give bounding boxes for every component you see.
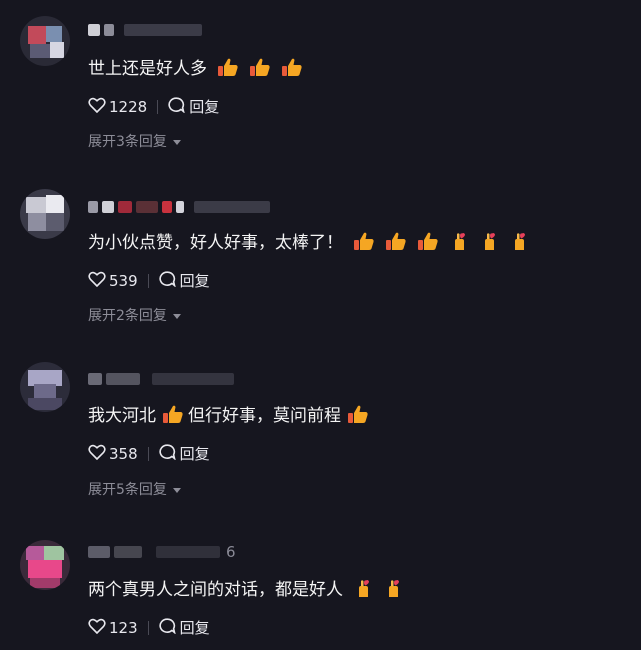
finger-heart-icon xyxy=(449,231,469,251)
thumbs-up-icon xyxy=(281,57,303,77)
thumbs-up-icon xyxy=(217,57,239,77)
like-button[interactable]: 1228 xyxy=(88,97,147,117)
avatar[interactable] xyxy=(20,540,70,590)
username[interactable] xyxy=(88,199,270,215)
comment-actions: 123 回复 xyxy=(88,617,210,638)
comment-text-content: 为小伙点赞，好人好事，太棒了！ xyxy=(88,233,343,253)
comment-text-content-after: 但行好事，莫问前程 xyxy=(188,406,341,426)
expand-replies-label: 展开3条回复 xyxy=(88,134,167,150)
comment-text: 两个真男人之间的对话，都是好人 xyxy=(88,575,403,600)
username[interactable] xyxy=(88,371,234,387)
heart-outline-icon xyxy=(88,618,106,638)
divider xyxy=(147,273,149,288)
divider xyxy=(147,446,149,461)
expand-replies-button[interactable]: 展开2条回复 xyxy=(88,305,181,325)
divider xyxy=(157,99,159,114)
expand-replies-button[interactable]: 展开3条回复 xyxy=(88,131,181,151)
heart-outline-icon xyxy=(88,97,106,117)
thumbs-up-icon xyxy=(353,231,375,251)
finger-heart-icon xyxy=(353,578,373,598)
chevron-down-icon xyxy=(172,487,181,493)
like-count: 539 xyxy=(109,271,138,290)
finger-heart-icon xyxy=(479,231,499,251)
thumbs-up-icon xyxy=(347,404,369,424)
divider xyxy=(147,620,149,635)
chevron-down-icon xyxy=(172,313,181,319)
avatar[interactable] xyxy=(20,16,70,66)
reply-button[interactable]: 回复 xyxy=(159,617,210,638)
like-button[interactable]: 123 xyxy=(88,618,138,638)
thumbs-up-icon xyxy=(417,231,439,251)
avatar[interactable] xyxy=(20,189,70,239)
chat-bubble-icon xyxy=(168,96,186,117)
like-button[interactable]: 358 xyxy=(88,444,138,464)
comment-text-content: 世上还是好人多 xyxy=(88,59,207,79)
chat-bubble-icon xyxy=(159,270,176,291)
like-count: 1228 xyxy=(109,97,148,116)
expand-replies-label: 展开2条回复 xyxy=(88,308,167,324)
comment-actions: 539 回复 xyxy=(88,270,210,291)
like-button[interactable]: 539 xyxy=(88,271,138,291)
heart-outline-icon xyxy=(88,271,106,291)
comment-actions: 358 回复 xyxy=(88,443,210,464)
username[interactable] xyxy=(88,22,202,38)
comment-text-content: 我大河北 xyxy=(88,406,156,426)
avatar[interactable] xyxy=(20,362,70,412)
reply-button[interactable]: 回复 xyxy=(159,443,210,464)
reply-button[interactable]: 回复 xyxy=(168,96,219,117)
heart-outline-icon xyxy=(88,444,106,464)
reply-button[interactable]: 回复 xyxy=(159,270,210,291)
username-suffix: 6 xyxy=(226,543,236,561)
thumbs-up-icon xyxy=(385,231,407,251)
expand-replies-button[interactable]: 展开5条回复 xyxy=(88,479,181,499)
expand-replies-label: 展开5条回复 xyxy=(88,482,167,498)
finger-heart-icon xyxy=(509,231,529,251)
chat-bubble-icon xyxy=(159,617,176,638)
comment-text: 为小伙点赞，好人好事，太棒了！ xyxy=(88,228,529,253)
like-count: 358 xyxy=(109,444,138,463)
username[interactable]: 6 xyxy=(88,543,236,561)
like-count: 123 xyxy=(109,618,138,637)
comment-text-content: 两个真男人之间的对话，都是好人 xyxy=(88,580,343,600)
thumbs-up-icon xyxy=(162,404,184,424)
chat-bubble-icon xyxy=(159,443,176,464)
comment-actions: 1228 回复 xyxy=(88,96,219,117)
reply-label: 回复 xyxy=(179,445,210,463)
finger-heart-icon xyxy=(383,578,403,598)
reply-label: 回复 xyxy=(179,619,210,637)
comment-text: 世上还是好人多 xyxy=(88,54,303,79)
thumbs-up-icon xyxy=(249,57,271,77)
chevron-down-icon xyxy=(172,139,181,145)
reply-label: 回复 xyxy=(189,98,220,116)
comment-text: 我大河北 但行好事，莫问前程 xyxy=(88,401,369,426)
reply-label: 回复 xyxy=(179,272,210,290)
